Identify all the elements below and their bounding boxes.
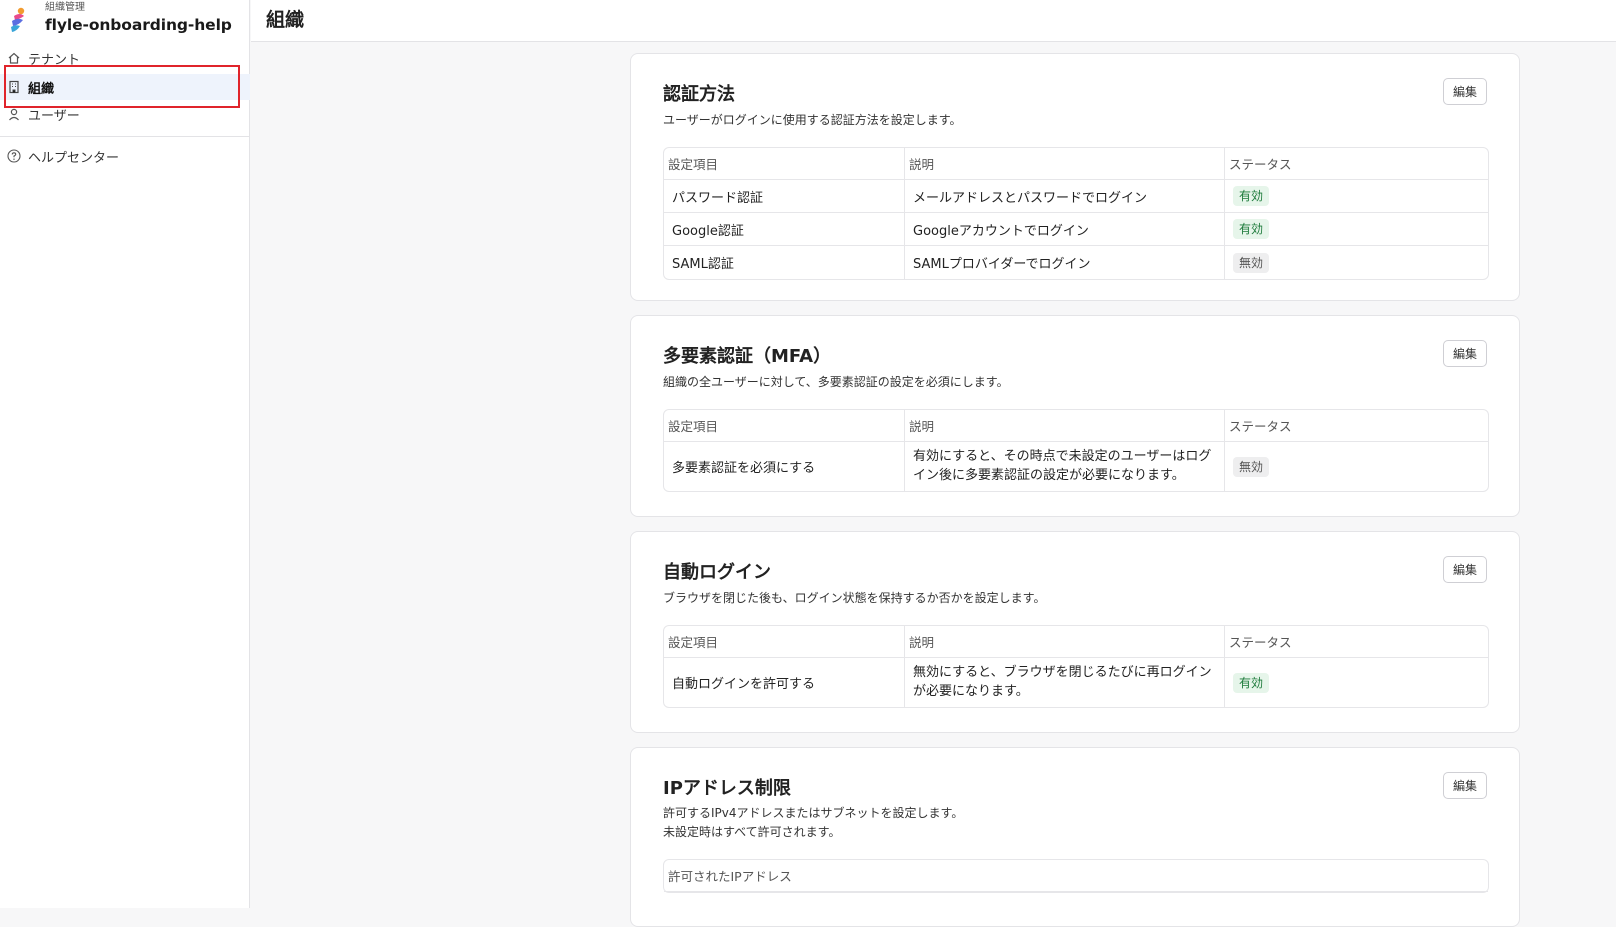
- table-row: 多要素認証を必須にする 有効にすると、その時点で未設定のユーザーはログ イン後に…: [664, 442, 1488, 491]
- auto-login-table: 設定項目 説明 ステータス 自動ログインを許可する 無効にすると、ブラウザを閉じ…: [663, 625, 1489, 708]
- sidebar-item-users[interactable]: ユーザー: [0, 101, 250, 127]
- status-badge: 有効: [1233, 186, 1270, 206]
- status-badge: 無効: [1233, 252, 1270, 273]
- row-description: メールアドレスとパスワードでログイン: [904, 180, 1224, 213]
- column-header-description: 説明: [904, 626, 1224, 658]
- card-description: ブラウザを閉じた後も、ログイン状態を保持するか否かを設定します。: [663, 591, 1046, 605]
- auto-login-card: 自動ログイン ブラウザを閉じた後も、ログイン状態を保持するか否かを設定します。 …: [630, 531, 1520, 733]
- column-header-status: ステータス: [1224, 410, 1488, 442]
- column-header-allowed-ip: 許可されたIPアドレス: [664, 860, 1488, 892]
- row-description: 有効にすると、その時点で未設定のユーザーはログ イン後に多要素認証の設定が必要に…: [904, 442, 1224, 491]
- sidebar: 組織管理 flyle-onboarding-help テナント 組織 ユーザー …: [0, 0, 250, 908]
- status-badge: 有効: [1233, 672, 1270, 693]
- column-header-description: 説明: [904, 148, 1224, 180]
- sidebar-item-label: ヘルプセンター: [28, 150, 120, 166]
- ip-address-table: 許可されたIPアドレス: [663, 859, 1489, 893]
- table-row: SAML認証 SAMLプロバイダーでログイン 無効: [664, 246, 1488, 279]
- sidebar-item-organization[interactable]: 組織: [0, 74, 250, 100]
- row-item: Google認証: [664, 213, 904, 246]
- table-header-row: 設定項目 説明 ステータス: [664, 148, 1488, 180]
- home-icon: [7, 51, 21, 65]
- edit-button[interactable]: 編集: [1443, 772, 1487, 799]
- card-title: 多要素認証（MFA）: [663, 346, 832, 367]
- org-management-label: 組織管理: [45, 2, 85, 13]
- card-title: IPアドレス制限: [663, 778, 791, 799]
- row-description: Googleアカウントでログイン: [904, 213, 1224, 246]
- sidebar-item-tenant[interactable]: テナント: [0, 45, 250, 71]
- row-description: 無効にすると、ブラウザを閉じるたびに再ログイン が必要になります。: [904, 658, 1224, 707]
- card-description: ユーザーがログインに使用する認証方法を設定します。: [663, 113, 962, 127]
- sidebar-item-label: ユーザー: [28, 108, 80, 124]
- tenant-name[interactable]: flyle-onboarding-help: [45, 14, 232, 36]
- mfa-table: 設定項目 説明 ステータス 多要素認証を必須にする 有効にすると、その時点で未設…: [663, 409, 1489, 492]
- table-header-row: 設定項目 説明 ステータス: [664, 626, 1488, 658]
- column-header-item: 設定項目: [664, 410, 904, 442]
- header: 組織: [251, 0, 1616, 42]
- column-header-status: ステータス: [1224, 148, 1488, 180]
- sidebar-item-help-center[interactable]: ヘルプセンター: [0, 143, 250, 169]
- user-icon: [7, 107, 21, 121]
- table-header-row: 設定項目 説明 ステータス: [664, 410, 1488, 442]
- auth-methods-table: 設定項目 説明 ステータス パスワード認証 メールアドレスとパスワードでログイン…: [663, 147, 1489, 280]
- description-line: イン後に多要素認証の設定が必要になります。: [913, 468, 1185, 483]
- column-header-item: 設定項目: [664, 626, 904, 658]
- sidebar-item-label: テナント: [28, 52, 81, 68]
- card-title: 自動ログイン: [663, 562, 771, 583]
- table-row: パスワード認証 メールアドレスとパスワードでログイン 有効: [664, 180, 1488, 213]
- card-description-line: 未設定時はすべて許可されます。: [663, 825, 841, 839]
- row-item: SAML認証: [672, 257, 734, 272]
- help-icon: [7, 149, 21, 163]
- app-logo-icon: [8, 7, 28, 35]
- edit-button[interactable]: 編集: [1443, 556, 1487, 583]
- ip-restriction-card: IPアドレス制限 許可するIPv4アドレスまたはサブネットを設定します。 未設定…: [630, 747, 1520, 927]
- description-line: が必要になります。: [913, 684, 1029, 699]
- row-item: 多要素認証を必須にする: [672, 461, 816, 476]
- mfa-card: 多要素認証（MFA） 組織の全ユーザーに対して、多要素認証の設定を必須にします。…: [630, 315, 1520, 517]
- edit-button[interactable]: 編集: [1443, 340, 1487, 367]
- sidebar-item-label: 組織: [28, 81, 55, 97]
- column-header-description: 説明: [904, 410, 1224, 442]
- description-line: 無効にすると、ブラウザを閉じるたびに再ログイン: [913, 665, 1212, 680]
- row-item: パスワード認証: [664, 180, 904, 213]
- status-badge: 有効: [1233, 219, 1270, 239]
- brand: 組織管理 flyle-onboarding-help: [8, 2, 232, 36]
- row-item: 自動ログインを許可する: [672, 677, 816, 692]
- table-row: Google認証 Googleアカウントでログイン 有効: [664, 213, 1488, 246]
- table-row: 自動ログインを許可する 無効にすると、ブラウザを閉じるたびに再ログイン が必要に…: [664, 658, 1488, 707]
- sidebar-divider: [0, 136, 250, 137]
- card-description-line: 許可するIPv4アドレスまたはサブネットを設定します。: [663, 806, 964, 820]
- column-header-item: 設定項目: [664, 148, 904, 180]
- edit-button[interactable]: 編集: [1443, 78, 1487, 105]
- table-header-row: 許可されたIPアドレス: [664, 860, 1488, 892]
- row-description: SAMLプロバイダーでログイン: [904, 246, 1224, 279]
- page-title: 組織: [266, 9, 305, 31]
- auth-methods-card: 認証方法 ユーザーがログインに使用する認証方法を設定します。 編集 設定項目 説…: [630, 53, 1520, 301]
- column-header-status: ステータス: [1224, 626, 1488, 658]
- description-line: 有効にすると、その時点で未設定のユーザーはログ: [913, 449, 1212, 464]
- card-description: 組織の全ユーザーに対して、多要素認証の設定を必須にします。: [663, 375, 1009, 389]
- building-icon: [7, 80, 21, 94]
- status-badge: 無効: [1233, 456, 1270, 477]
- card-title: 認証方法: [663, 84, 735, 105]
